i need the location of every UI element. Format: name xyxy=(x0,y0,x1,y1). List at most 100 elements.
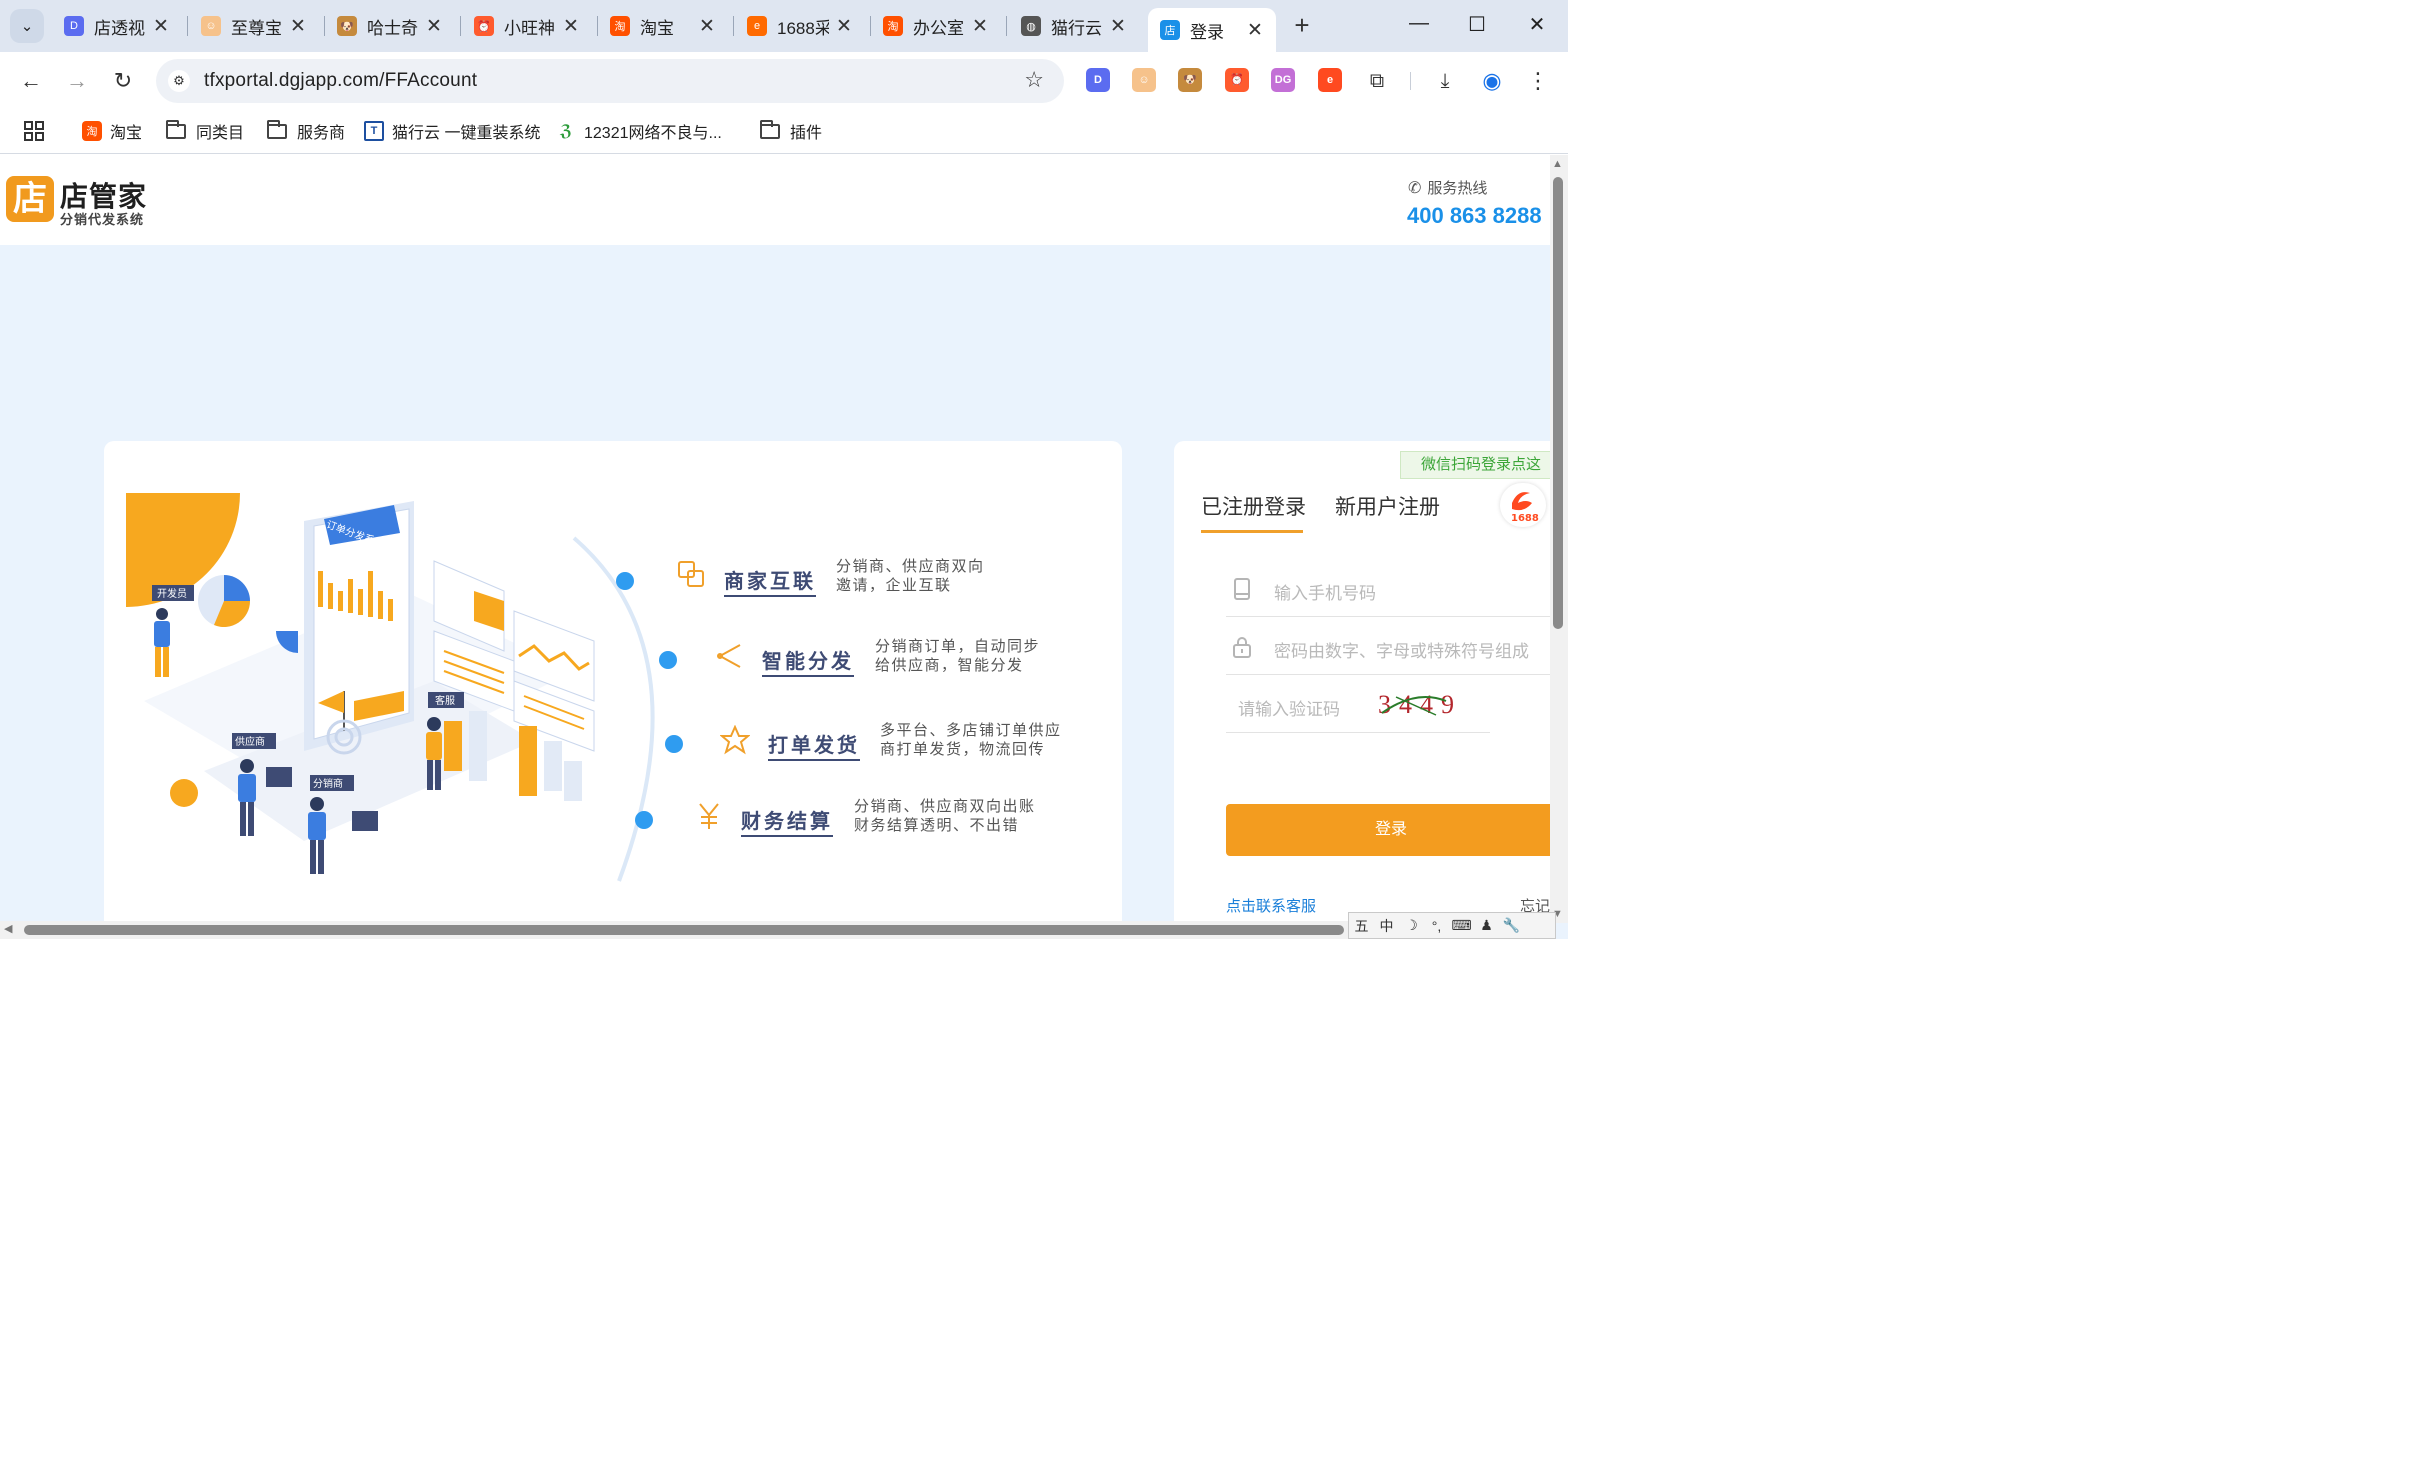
tab-new-user-register[interactable]: 新用户注册 xyxy=(1335,491,1440,521)
tab-title: 至尊宝 xyxy=(231,18,282,38)
forward-button[interactable]: → xyxy=(62,66,92,96)
folder-icon xyxy=(267,119,287,139)
phone-field[interactable]: 输入手机号码 xyxy=(1226,559,1554,617)
half-width-icon[interactable]: ☽ xyxy=(1399,917,1424,934)
page-viewport: 店 店管家 分销代发系统 ✆ 服务热线 400 863 8288 订单分发系统 xyxy=(0,155,1568,939)
captcha-image[interactable]: 3449 xyxy=(1376,683,1476,723)
horizontal-scrollbar[interactable]: ◀ xyxy=(0,921,1550,939)
tab-favicon-icon: 🐶 xyxy=(337,16,357,36)
password-field[interactable]: 密码由数字、字母或特殊符号组成 xyxy=(1226,617,1554,675)
browser-tab[interactable]: 淘办公室 ✕ xyxy=(871,8,1001,44)
maximize-button[interactable]: ☐ xyxy=(1462,12,1492,40)
bookmark-taobao[interactable]: 淘 淘宝 xyxy=(82,117,142,145)
new-tab-button[interactable]: + xyxy=(1288,12,1316,40)
bookmark-12321[interactable]: ℨ 12321网络不良与... xyxy=(556,117,722,145)
1688-ext-icon[interactable]: e xyxy=(1318,68,1342,92)
extensions-puzzle-icon[interactable]: ⧉ xyxy=(1362,66,1392,96)
wechat-login-tag[interactable]: 微信扫码登录点这 xyxy=(1400,451,1554,479)
ime-toolbar[interactable]: 五 中 ☽ °, ⌨ ♟ 🔧 xyxy=(1348,912,1556,939)
feature-desc: 商打单发货，物流回传 xyxy=(880,741,1046,758)
tab-favicon-icon: 店 xyxy=(1160,20,1180,40)
zhizunbao-ext-icon[interactable]: ☺ xyxy=(1132,68,1156,92)
login-card: 微信扫码登录点这 1688 已注册登录 新用户注册 输入手机号码 密码由数字、字… xyxy=(1174,441,1554,939)
bookmark-folder-similar[interactable]: 同类目 xyxy=(166,117,244,145)
url-text[interactable]: tfxportal.dgjapp.com/FFAccount xyxy=(204,70,477,92)
contact-support-link[interactable]: 点击联系客服 xyxy=(1226,895,1316,916)
bookmark-folder-service[interactable]: 服务商 xyxy=(267,117,345,145)
settings-wrench-icon[interactable]: 🔧 xyxy=(1499,917,1524,934)
feature-title: 财务结算 xyxy=(741,805,833,837)
tab-registered-login[interactable]: 已注册登录 xyxy=(1201,491,1306,521)
husky-ext-icon[interactable]: 🐶 xyxy=(1178,68,1202,92)
site-info-icon[interactable]: ⚙ xyxy=(168,70,190,92)
wubi-icon[interactable]: 五 xyxy=(1349,916,1374,936)
reload-button[interactable]: ↻ xyxy=(108,66,138,96)
bookmark-star-icon[interactable]: ☆ xyxy=(1024,67,1044,93)
minimize-button[interactable]: — xyxy=(1404,12,1434,40)
xiaowang-ext-icon[interactable]: ⏰ xyxy=(1225,68,1249,92)
tab-close-icon[interactable]: ✕ xyxy=(698,15,716,38)
download-icon[interactable]: ⤓ xyxy=(1430,66,1460,96)
bookmark-label: 12321网络不良与... xyxy=(584,125,722,142)
tab-close-icon[interactable]: ✕ xyxy=(1109,15,1127,38)
profile-icon[interactable]: ◉ xyxy=(1477,66,1507,96)
chinese-mode-icon[interactable]: 中 xyxy=(1374,916,1399,936)
logo-icon[interactable]: 店 xyxy=(6,176,54,222)
hotline-label-text: 服务热线 xyxy=(1427,180,1488,197)
login-button[interactable]: 登录 xyxy=(1226,804,1554,856)
browser-tab[interactable]: e 1688采 ✕ xyxy=(735,8,865,44)
browser-tab[interactable]: D 店透视 ✕ xyxy=(52,8,182,44)
keyboard-icon[interactable]: ⌨ xyxy=(1449,917,1474,934)
address-bar[interactable]: ⚙ tfxportal.dgjapp.com/FFAccount ☆ xyxy=(156,59,1064,103)
browser-tab[interactable]: 店登录 ✕ xyxy=(1148,8,1276,52)
folder-icon xyxy=(166,119,186,139)
tab-search-button[interactable]: ⌄ xyxy=(10,9,44,43)
mobile-phone-icon xyxy=(1234,578,1250,600)
bookmark-label: 服务商 xyxy=(297,125,346,142)
back-button[interactable]: ← xyxy=(16,66,46,96)
tab-favicon-icon: 淘 xyxy=(883,16,903,36)
user-icon[interactable]: ♟ xyxy=(1474,917,1499,934)
scroll-up-icon[interactable]: ▲ xyxy=(1552,158,1563,170)
alibaba-1688-icon[interactable]: 1688 xyxy=(1500,483,1546,527)
punctuation-icon[interactable]: °, xyxy=(1424,918,1449,934)
dtoushi-ext-icon[interactable]: D xyxy=(1086,68,1110,92)
captcha-field[interactable]: 请输入验证码 3449 xyxy=(1226,675,1490,733)
tab-close-icon[interactable]: ✕ xyxy=(1246,19,1264,42)
close-window-button[interactable]: ✕ xyxy=(1522,12,1552,40)
scroll-left-icon[interactable]: ◀ xyxy=(4,922,12,935)
tab-strip: ⌄ D 店透视 ✕ ☺ 至尊宝 ✕ 🐶 哈士奇 ✕ ⏰ 小旺神 ✕ 淘淘宝 ✕ e 1688采 ✕ 淘办公室 ✕ ◍ 猫… xyxy=(0,0,1568,52)
browser-tab[interactable]: 🐶 哈士奇 ✕ xyxy=(325,8,455,44)
feature-dot xyxy=(659,651,677,669)
tab-close-icon[interactable]: ✕ xyxy=(152,15,170,38)
browser-tab[interactable]: 淘淘宝 ✕ xyxy=(598,8,728,44)
bookmark-maoxingyun[interactable]: T 猫行云 一键重装系统 xyxy=(364,117,540,145)
tab-close-icon[interactable]: ✕ xyxy=(289,15,307,38)
tab-close-icon[interactable]: ✕ xyxy=(562,15,580,38)
bookmark-folder-plugins[interactable]: 插件 xyxy=(760,117,822,145)
phone-icon: ✆ xyxy=(1408,179,1422,197)
folder-icon xyxy=(760,119,780,139)
tab-close-icon[interactable]: ✕ xyxy=(425,15,443,38)
tab-title: 小旺神 xyxy=(504,18,555,38)
browser-tab[interactable]: ◍ 猫行云 ✕ xyxy=(1009,8,1139,44)
feature-desc: 分销商、供应商双向出账 xyxy=(854,798,1036,815)
feature-dot xyxy=(665,735,683,753)
feature-title: 打单发货 xyxy=(768,729,860,761)
plus-icon: + xyxy=(1294,10,1310,40)
apps-grid-icon[interactable] xyxy=(24,117,44,145)
tab-close-icon[interactable]: ✕ xyxy=(971,15,989,38)
browser-tab[interactable]: ☺ 至尊宝 ✕ xyxy=(189,8,319,44)
bookmark-label: 淘宝 xyxy=(110,125,143,142)
role-distributor: 分销商 xyxy=(313,777,343,790)
browser-tab[interactable]: ⏰ 小旺神 ✕ xyxy=(462,8,592,44)
link-icon xyxy=(678,561,704,587)
dg-ext-icon[interactable]: DG xyxy=(1271,68,1295,92)
tab-close-icon[interactable]: ✕ xyxy=(835,15,853,38)
hero-card: 订单分发系统 开发员 供应商 分销商 客服 商家互联 分销商、供应商双向 邀请，… xyxy=(104,441,1122,939)
vertical-scrollbar[interactable]: ▲ ▼ xyxy=(1550,155,1568,923)
menu-icon[interactable]: ⋮ xyxy=(1523,66,1553,96)
yen-icon xyxy=(699,803,719,829)
horizontal-scroll-thumb[interactable] xyxy=(24,925,1344,935)
vertical-scroll-thumb[interactable] xyxy=(1553,177,1563,629)
